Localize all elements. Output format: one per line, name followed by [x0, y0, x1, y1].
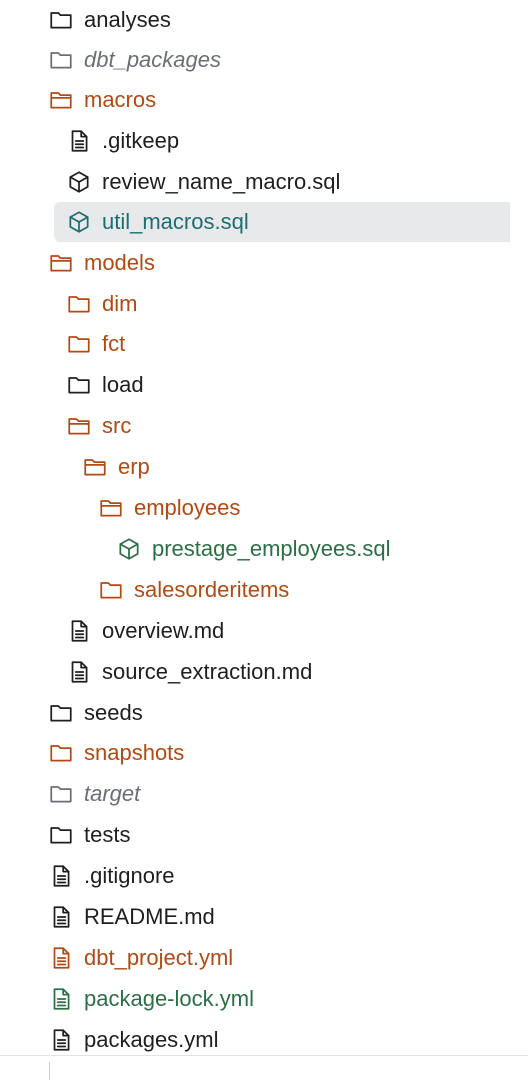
panel-edge	[510, 0, 511, 1055]
tree-item-prestage-employees-sql[interactable]: prestage_employees.sql	[0, 529, 510, 569]
file-icon	[71, 130, 88, 152]
tree-item-label: dbt_packages	[84, 47, 221, 72]
bottom-panel-handle[interactable]	[49, 1062, 50, 1080]
tree-item-erp[interactable]: erp	[0, 447, 510, 487]
folder-icon	[50, 12, 72, 29]
tree-item-target[interactable]: target	[0, 774, 510, 814]
folder-icon	[50, 52, 72, 69]
tree-item-dbt-project-yml[interactable]: dbt_project.yml	[0, 938, 510, 978]
file-icon	[53, 906, 70, 928]
model-icon	[69, 171, 89, 193]
file-icon	[53, 988, 70, 1010]
folder-open-icon	[50, 255, 72, 272]
folder-open-icon	[68, 418, 90, 435]
tree-item-review-name-macro-sql[interactable]: review_name_macro.sql	[0, 162, 510, 202]
folder-open-icon	[50, 92, 72, 109]
tree-item-label: .gitkeep	[102, 128, 180, 153]
tree-item-label: src	[102, 413, 132, 438]
tree-item-seeds[interactable]: seeds	[0, 693, 510, 733]
tree-item-label: analyses	[84, 7, 171, 32]
file-icon	[53, 947, 70, 969]
tree-item-salesorderitems[interactable]: salesorderitems	[0, 570, 510, 610]
tree-item-label: tests	[84, 822, 131, 847]
file-icon	[53, 865, 70, 887]
tree-item-load[interactable]: load	[0, 365, 510, 405]
tree-item-readme-md[interactable]: README.md	[0, 897, 510, 937]
folder-icon	[100, 582, 122, 599]
tree-item-label: dim	[102, 291, 138, 316]
model-icon	[69, 211, 89, 233]
tree-item-overview-md[interactable]: overview.md	[0, 611, 510, 651]
tree-item-util-macros-sql[interactable]: util_macros.sql	[0, 202, 510, 242]
model-icon	[119, 538, 139, 560]
folder-icon	[50, 705, 72, 722]
tree-item-label: employees	[134, 495, 241, 520]
tree-item-label: package-lock.yml	[84, 986, 254, 1011]
folder-icon	[68, 296, 90, 313]
tree-item-label: prestage_employees.sql	[152, 536, 391, 561]
tree-item-tests[interactable]: tests	[0, 815, 510, 855]
folder-icon	[68, 336, 90, 353]
tree-item-snapshots[interactable]: snapshots	[0, 733, 510, 773]
tree-item-label: models	[84, 250, 155, 275]
tree-item-dim[interactable]: dim	[0, 284, 510, 324]
file-icon	[53, 1029, 70, 1051]
file-icon	[71, 620, 88, 642]
tree-item-label: fct	[102, 331, 126, 356]
tree-item-label: dbt_project.yml	[84, 945, 234, 970]
folder-icon	[50, 827, 72, 844]
tree-item-label: macros	[84, 87, 157, 112]
folder-icon	[50, 745, 72, 762]
tree-item-source-extraction-md[interactable]: source_extraction.md	[0, 652, 510, 692]
folder-open-icon	[100, 500, 122, 517]
tree-item-employees[interactable]: employees	[0, 488, 510, 528]
tree-item-label: target	[84, 781, 141, 806]
tree-item-label: salesorderitems	[134, 577, 290, 602]
tree-item-label: README.md	[84, 904, 215, 929]
tree-item-gitkeep[interactable]: .gitkeep	[0, 121, 510, 161]
tree-item-label: review_name_macro.sql	[102, 169, 341, 194]
tree-item-analyses[interactable]: analyses	[0, 0, 510, 40]
tree-item-label: seeds	[84, 700, 143, 725]
folder-icon	[68, 377, 90, 394]
tree-item-label: util_macros.sql	[102, 209, 249, 234]
bottom-panel	[0, 1056, 528, 1080]
tree-item-label: erp	[118, 454, 150, 479]
folder-open-icon	[84, 459, 106, 476]
tree-item-dbt-packages[interactable]: dbt_packages	[0, 40, 510, 80]
tree-item-package-lock-yml[interactable]: package-lock.yml	[0, 979, 510, 1019]
tree-item-fct[interactable]: fct	[0, 324, 510, 364]
tree-item-src[interactable]: src	[0, 406, 510, 446]
tree-item-macros[interactable]: macros	[0, 80, 510, 120]
tree-item-label: packages.yml	[84, 1027, 219, 1052]
tree-item-label: snapshots	[84, 740, 185, 765]
tree-item-label: load	[102, 372, 144, 397]
tree-item-label: overview.md	[102, 618, 225, 643]
tree-item-gitignore[interactable]: .gitignore	[0, 856, 510, 896]
folder-icon	[50, 786, 72, 803]
tree-item-label: .gitignore	[84, 863, 175, 888]
file-icon	[71, 661, 88, 683]
tree-item-models[interactable]: models	[0, 243, 510, 283]
tree-item-packages-yml[interactable]: packages.yml	[0, 1020, 510, 1060]
tree-item-label: source_extraction.md	[102, 659, 313, 684]
